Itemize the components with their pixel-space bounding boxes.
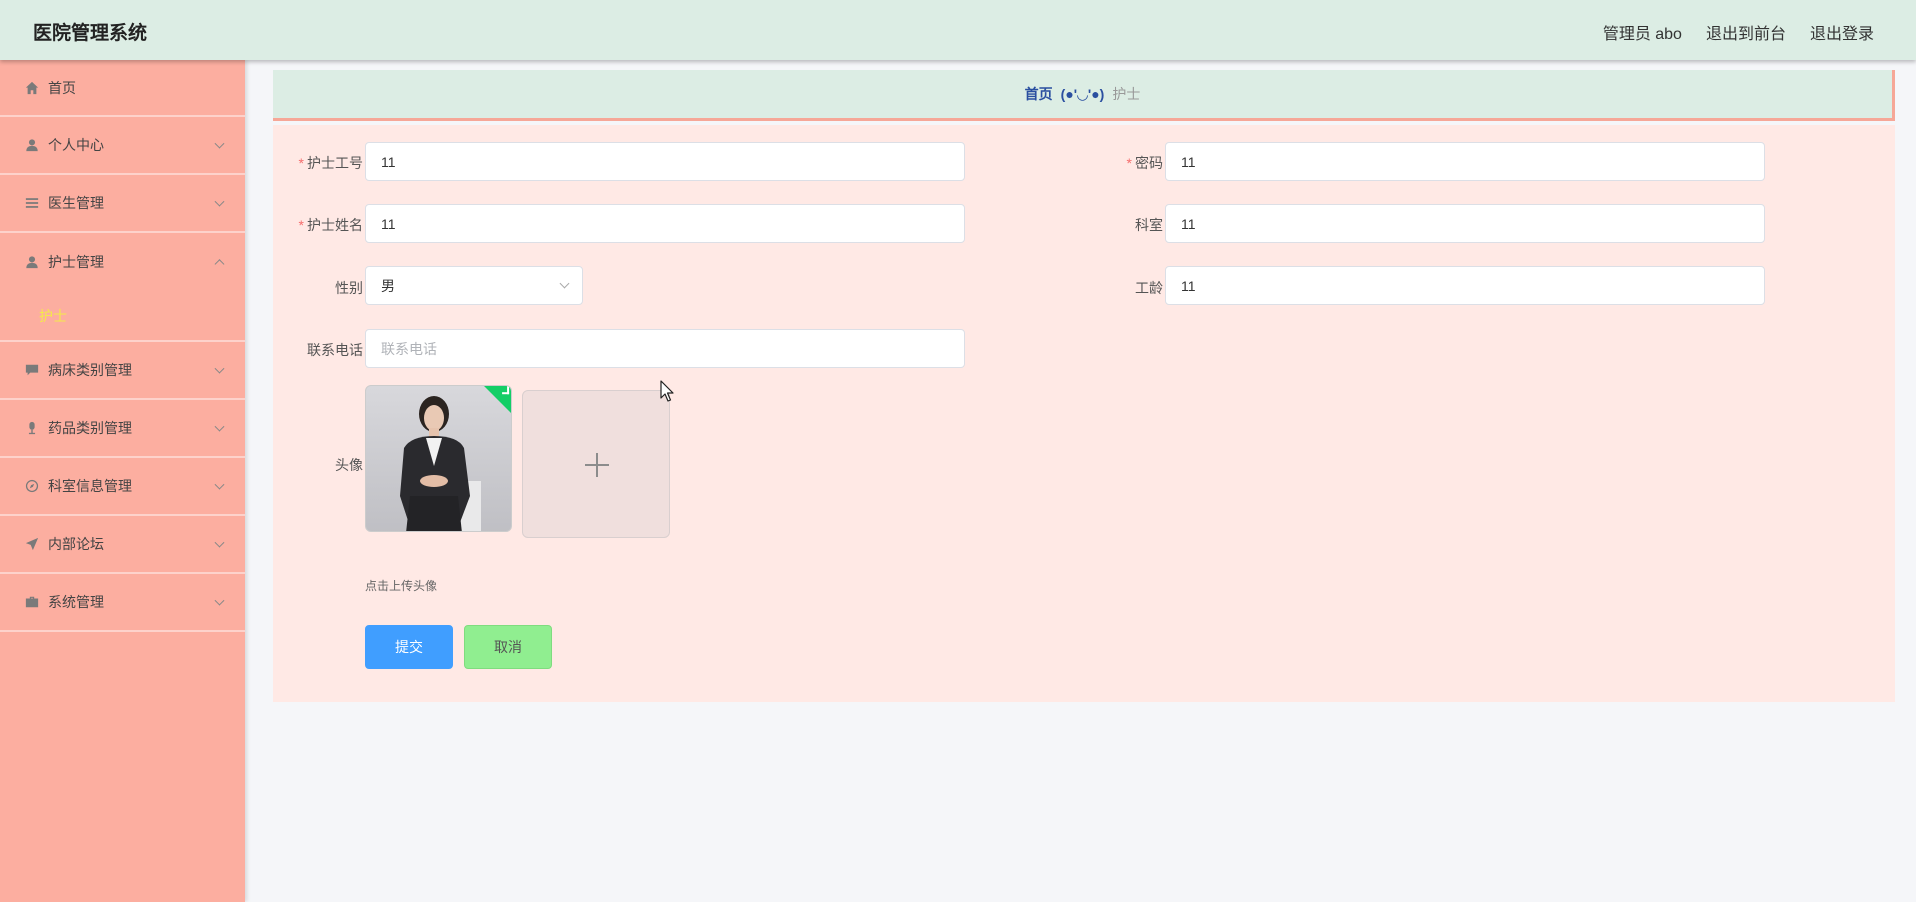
phone-input[interactable] <box>365 329 965 368</box>
exit-to-front-link[interactable]: 退出到前台 <box>1706 20 1786 44</box>
sidebar-item-label: 药品类别管理 <box>48 420 132 436</box>
avatar-upload-tip: 点击上传头像 <box>365 579 438 593</box>
chevron-down-icon <box>214 595 225 606</box>
sidebar-item-label: 内部论坛 <box>48 536 104 552</box>
sidebar-item-label: 科室信息管理 <box>48 478 132 494</box>
sidebar-item-home[interactable]: 首页 <box>0 60 245 117</box>
home-icon <box>24 80 40 96</box>
gender-select[interactable]: 男 <box>365 266 583 305</box>
sidebar-item-doctor-management[interactable]: 医生管理 <box>0 175 245 233</box>
nurse-form: *护士工号 *密码 *护士姓名 科室 性别 男 工龄 联系电话 头像 <box>273 125 1895 702</box>
app-title: 医院管理系统 <box>33 23 148 44</box>
seniority-input[interactable] <box>1165 266 1765 305</box>
password-input[interactable] <box>1165 142 1765 181</box>
sidebar-item-label: 护士管理 <box>48 254 104 270</box>
user-icon <box>24 137 40 153</box>
seniority-label: 工龄 <box>1135 280 1163 296</box>
microphone-icon <box>24 420 40 436</box>
chevron-down-icon <box>214 138 225 149</box>
department-label: 科室 <box>1135 217 1163 233</box>
top-header: 医院管理系统 管理员 abo 退出到前台 退出登录 <box>0 0 1916 60</box>
nurse-name-label: * 护士姓名 <box>298 217 363 233</box>
breadcrumb-current: 护士 <box>1112 86 1141 102</box>
list-icon <box>24 195 40 211</box>
send-icon <box>24 536 40 552</box>
avatar-preview[interactable] <box>365 385 512 532</box>
chevron-down-icon <box>214 196 225 207</box>
chevron-down-icon <box>214 421 225 432</box>
chevron-down-icon <box>559 278 570 289</box>
sidebar-item-personal-center[interactable]: 个人中心 <box>0 117 245 175</box>
sidebar-item-system-management[interactable]: 系统管理 <box>0 574 245 632</box>
gender-value: 男 <box>381 277 395 294</box>
mouse-cursor-icon <box>660 380 674 402</box>
chevron-up-icon <box>214 259 225 270</box>
chevron-down-icon <box>214 537 225 548</box>
nurse-id-input[interactable] <box>365 142 965 181</box>
user-icon <box>24 254 40 270</box>
compass-icon <box>24 478 40 494</box>
sidebar-item-forum[interactable]: 内部论坛 <box>0 516 245 574</box>
sidebar-subitem-nurse[interactable]: 护士 <box>0 291 245 342</box>
nurse-name-input[interactable] <box>365 204 965 243</box>
phone-label: 联系电话 <box>307 342 363 358</box>
avatar-upload-button[interactable] <box>522 390 670 538</box>
header-nav: 管理员 abo 退出到前台 退出登录 <box>1603 20 1874 44</box>
sidebar: 首页 个人中心 医生管理 护士管理 护士 病床类别管理 药品类别管理 科室信息管… <box>0 60 245 902</box>
sidebar-item-label: 医生管理 <box>48 195 104 211</box>
chevron-down-icon <box>214 363 225 374</box>
breadcrumb-separator: (●'◡'●) <box>1060 85 1105 102</box>
gender-label: 性别 <box>335 280 363 296</box>
sidebar-item-nurse-management[interactable]: 护士管理 <box>0 233 245 291</box>
sidebar-item-department-info[interactable]: 科室信息管理 <box>0 458 245 516</box>
submit-button[interactable]: 提交 <box>365 625 453 669</box>
chat-icon <box>24 362 40 378</box>
chevron-down-icon <box>214 479 225 490</box>
breadcrumb-home[interactable]: 首页 <box>1025 84 1053 104</box>
breadcrumb: 首页 (●'◡'●) 护士 <box>273 70 1895 121</box>
briefcase-icon <box>24 594 40 610</box>
sidebar-item-label: 个人中心 <box>48 137 104 153</box>
current-user[interactable]: 管理员 abo <box>1603 20 1682 44</box>
department-input[interactable] <box>1165 204 1765 243</box>
sidebar-item-label: 首页 <box>48 79 76 96</box>
avatar-label: 头像 <box>335 457 363 473</box>
nurse-id-label: * 护士工号 <box>298 155 363 171</box>
cancel-button[interactable]: 取消 <box>464 625 552 669</box>
password-label: * 密码 <box>1126 155 1163 171</box>
sidebar-item-drug-category[interactable]: 药品类别管理 <box>0 400 245 458</box>
sidebar-item-bed-category[interactable]: 病床类别管理 <box>0 342 245 400</box>
sidebar-item-label: 病床类别管理 <box>48 362 132 378</box>
nurse-photo <box>366 386 511 531</box>
logout-link[interactable]: 退出登录 <box>1810 20 1874 44</box>
sidebar-item-label: 系统管理 <box>48 594 104 610</box>
